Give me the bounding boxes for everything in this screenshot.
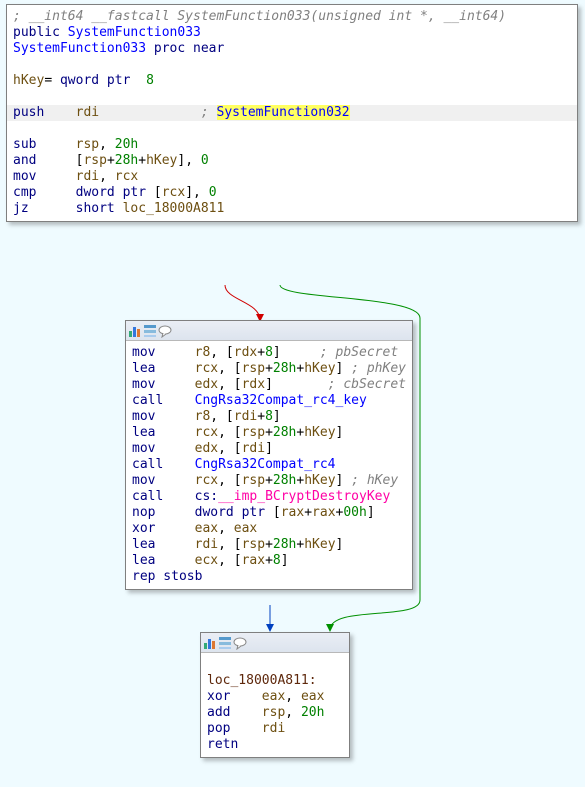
block-header <box>126 321 412 341</box>
chart-icon <box>203 636 217 650</box>
block-header <box>201 633 349 653</box>
bubble-icon <box>158 324 172 338</box>
chart-icon <box>128 324 142 338</box>
disasm-block-1[interactable]: ; __int64 __fastcall SystemFunction033(u… <box>6 4 578 222</box>
disasm-block-2[interactable]: mov r8, [rdx+8] ; pbSecret lea rcx, [rsp… <box>125 320 413 590</box>
disasm-block-3[interactable]: loc_18000A811: xor eax, eax add rsp, 20h… <box>200 632 350 758</box>
bars-icon <box>218 636 232 650</box>
bubble-icon <box>233 636 247 650</box>
bars-icon <box>143 324 157 338</box>
